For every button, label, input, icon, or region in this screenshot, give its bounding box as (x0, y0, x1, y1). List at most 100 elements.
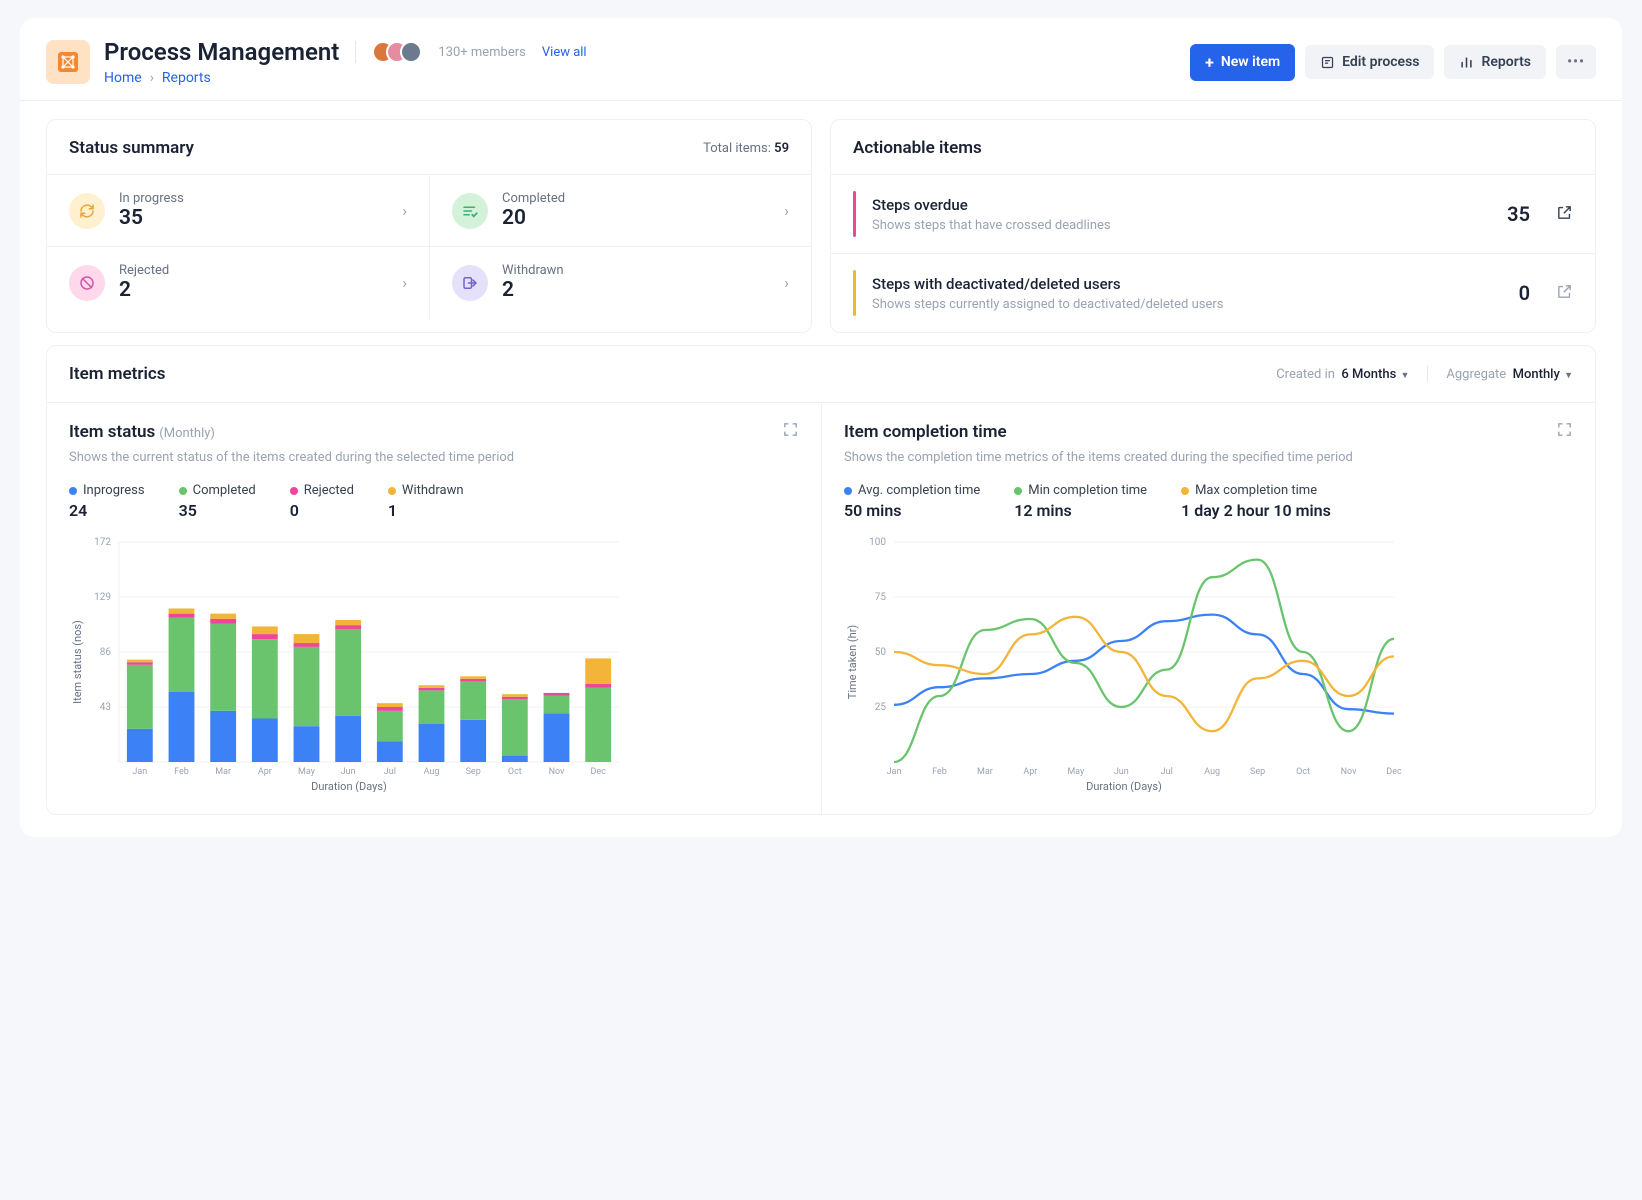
chevron-right-icon: › (150, 70, 154, 86)
svg-text:Oct: Oct (1296, 767, 1310, 777)
svg-text:Jul: Jul (1161, 767, 1173, 777)
total-items: Total items: 59 (703, 141, 789, 156)
breadcrumb-reports[interactable]: Reports (162, 70, 211, 86)
plus-icon: + (1205, 53, 1214, 72)
check-icon (452, 193, 488, 229)
svg-text:Jan: Jan (887, 767, 902, 777)
ban-icon (69, 265, 105, 301)
svg-text:Nov: Nov (549, 767, 565, 777)
svg-text:Oct: Oct (508, 767, 522, 777)
item-metrics-card: Item metrics Created in 6 Months ▼ Aggre… (46, 345, 1596, 815)
svg-text:Sep: Sep (466, 767, 481, 777)
item-status-desc: Shows the current status of the items cr… (69, 450, 799, 465)
svg-text:25: 25 (875, 702, 887, 713)
legend-item: Inprogress24 (69, 483, 145, 520)
status-summary-card: Status summary Total items: 59 In progre… (46, 119, 812, 333)
refresh-icon (69, 193, 105, 229)
status-bar (853, 191, 856, 237)
svg-text:86: 86 (100, 647, 112, 658)
dots-icon: ••• (1567, 54, 1585, 70)
expand-icon[interactable] (1556, 421, 1573, 442)
svg-text:Time taken (hr): Time taken (hr) (846, 625, 859, 700)
completion-title: Item completion time (844, 422, 1007, 442)
status-bar (853, 270, 856, 316)
edit-process-button[interactable]: Edit process (1305, 45, 1434, 79)
item-status-chart-panel: Item status(Monthly) Shows the current s… (47, 402, 821, 814)
external-link-icon (1556, 283, 1573, 304)
svg-text:Mar: Mar (215, 767, 231, 777)
svg-text:Aug: Aug (1204, 767, 1220, 777)
svg-text:Duration (Days): Duration (Days) (311, 780, 387, 792)
status-summary-title: Status summary (69, 138, 194, 158)
view-all-link[interactable]: View all (542, 45, 587, 60)
completion-time-chart-panel: Item completion time Shows the completio… (821, 402, 1595, 814)
svg-text:Apr: Apr (258, 767, 272, 777)
chevron-right-icon: › (784, 201, 789, 220)
legend-item: Rejected0 (290, 483, 354, 520)
action-item: Steps overdueShows steps that have cross… (831, 174, 1595, 253)
separator (355, 41, 356, 63)
svg-text:Jun: Jun (1114, 767, 1129, 777)
breadcrumb: Home › Reports (104, 70, 587, 86)
more-button[interactable]: ••• (1556, 45, 1596, 79)
members-count: 130+ members (438, 45, 526, 60)
caret-down-icon: ▼ (1398, 371, 1409, 381)
action-item: Steps with deactivated/deleted usersShow… (831, 253, 1595, 332)
chevron-right-icon: › (402, 273, 407, 292)
svg-text:Sep: Sep (1250, 767, 1265, 777)
actionable-title: Actionable items (853, 138, 982, 158)
svg-text:Feb: Feb (932, 767, 947, 777)
caret-down-icon: ▼ (1562, 371, 1573, 381)
svg-text:May: May (1067, 767, 1085, 777)
svg-text:Nov: Nov (1341, 767, 1357, 777)
svg-text:Item status (nos): Item status (nos) (71, 620, 84, 704)
completion-line-chart: 25 50 75 100 Jan Feb Mar Apr May Jun Jul Aug Sep Oct N… (844, 532, 1404, 792)
svg-text:100: 100 (869, 537, 886, 548)
svg-text:Feb: Feb (174, 767, 189, 777)
edit-icon (1320, 55, 1335, 70)
chevron-right-icon: › (784, 273, 789, 292)
chart-icon (1459, 55, 1474, 70)
svg-text:43: 43 (100, 702, 111, 713)
svg-text:172: 172 (94, 537, 111, 548)
svg-text:129: 129 (94, 592, 111, 603)
svg-text:Jul: Jul (384, 767, 396, 777)
status-rejected[interactable]: Rejected2 › (47, 246, 429, 318)
item-status-bar-chart: 43 86 129 172 Jan Feb Mar Apr May Jun Jul Aug Sep Oct… (69, 532, 629, 792)
chevron-right-icon: › (402, 201, 407, 220)
legend-item: Withdrawn1 (388, 483, 464, 520)
created-in-filter[interactable]: Created in 6 Months ▼ (1276, 367, 1409, 382)
external-link-icon[interactable] (1556, 204, 1573, 225)
legend-item: Completed35 (179, 483, 256, 520)
svg-text:Aug: Aug (424, 767, 440, 777)
svg-text:May: May (298, 767, 316, 777)
svg-text:Dec: Dec (590, 767, 606, 777)
svg-text:Apr: Apr (1023, 767, 1037, 777)
actionable-items-card: Actionable items Steps overdueShows step… (830, 119, 1596, 333)
item-metrics-title: Item metrics (69, 364, 166, 384)
legend-item: Min completion time12 mins (1014, 483, 1147, 520)
status-completed[interactable]: Completed20 › (429, 174, 811, 246)
page-title: Process Management (104, 38, 339, 66)
app-icon (46, 40, 90, 84)
item-status-title: Item status (69, 422, 155, 442)
breadcrumb-home[interactable]: Home (104, 70, 142, 86)
completion-desc: Shows the completion time metrics of the… (844, 450, 1573, 465)
status-in-progress[interactable]: In progress35 › (47, 174, 429, 246)
reports-button[interactable]: Reports (1444, 45, 1546, 79)
legend-item: Avg. completion time50 mins (844, 483, 980, 520)
status-withdrawn[interactable]: Withdrawn2 › (429, 246, 811, 318)
member-avatars[interactable] (372, 41, 422, 63)
aggregate-filter[interactable]: Aggregate Monthly ▼ (1446, 367, 1573, 382)
expand-icon[interactable] (782, 421, 799, 442)
svg-text:Dec: Dec (1386, 767, 1402, 777)
svg-text:Jun: Jun (341, 767, 356, 777)
legend-item: Max completion time1 day 2 hour 10 mins (1181, 483, 1331, 520)
exit-icon (452, 265, 488, 301)
svg-text:75: 75 (875, 592, 887, 603)
new-item-button[interactable]: + New item (1190, 44, 1295, 81)
svg-text:Duration (Days): Duration (Days) (1086, 780, 1162, 792)
svg-text:50: 50 (875, 647, 887, 658)
svg-text:Mar: Mar (977, 767, 993, 777)
svg-text:Jan: Jan (132, 767, 147, 777)
